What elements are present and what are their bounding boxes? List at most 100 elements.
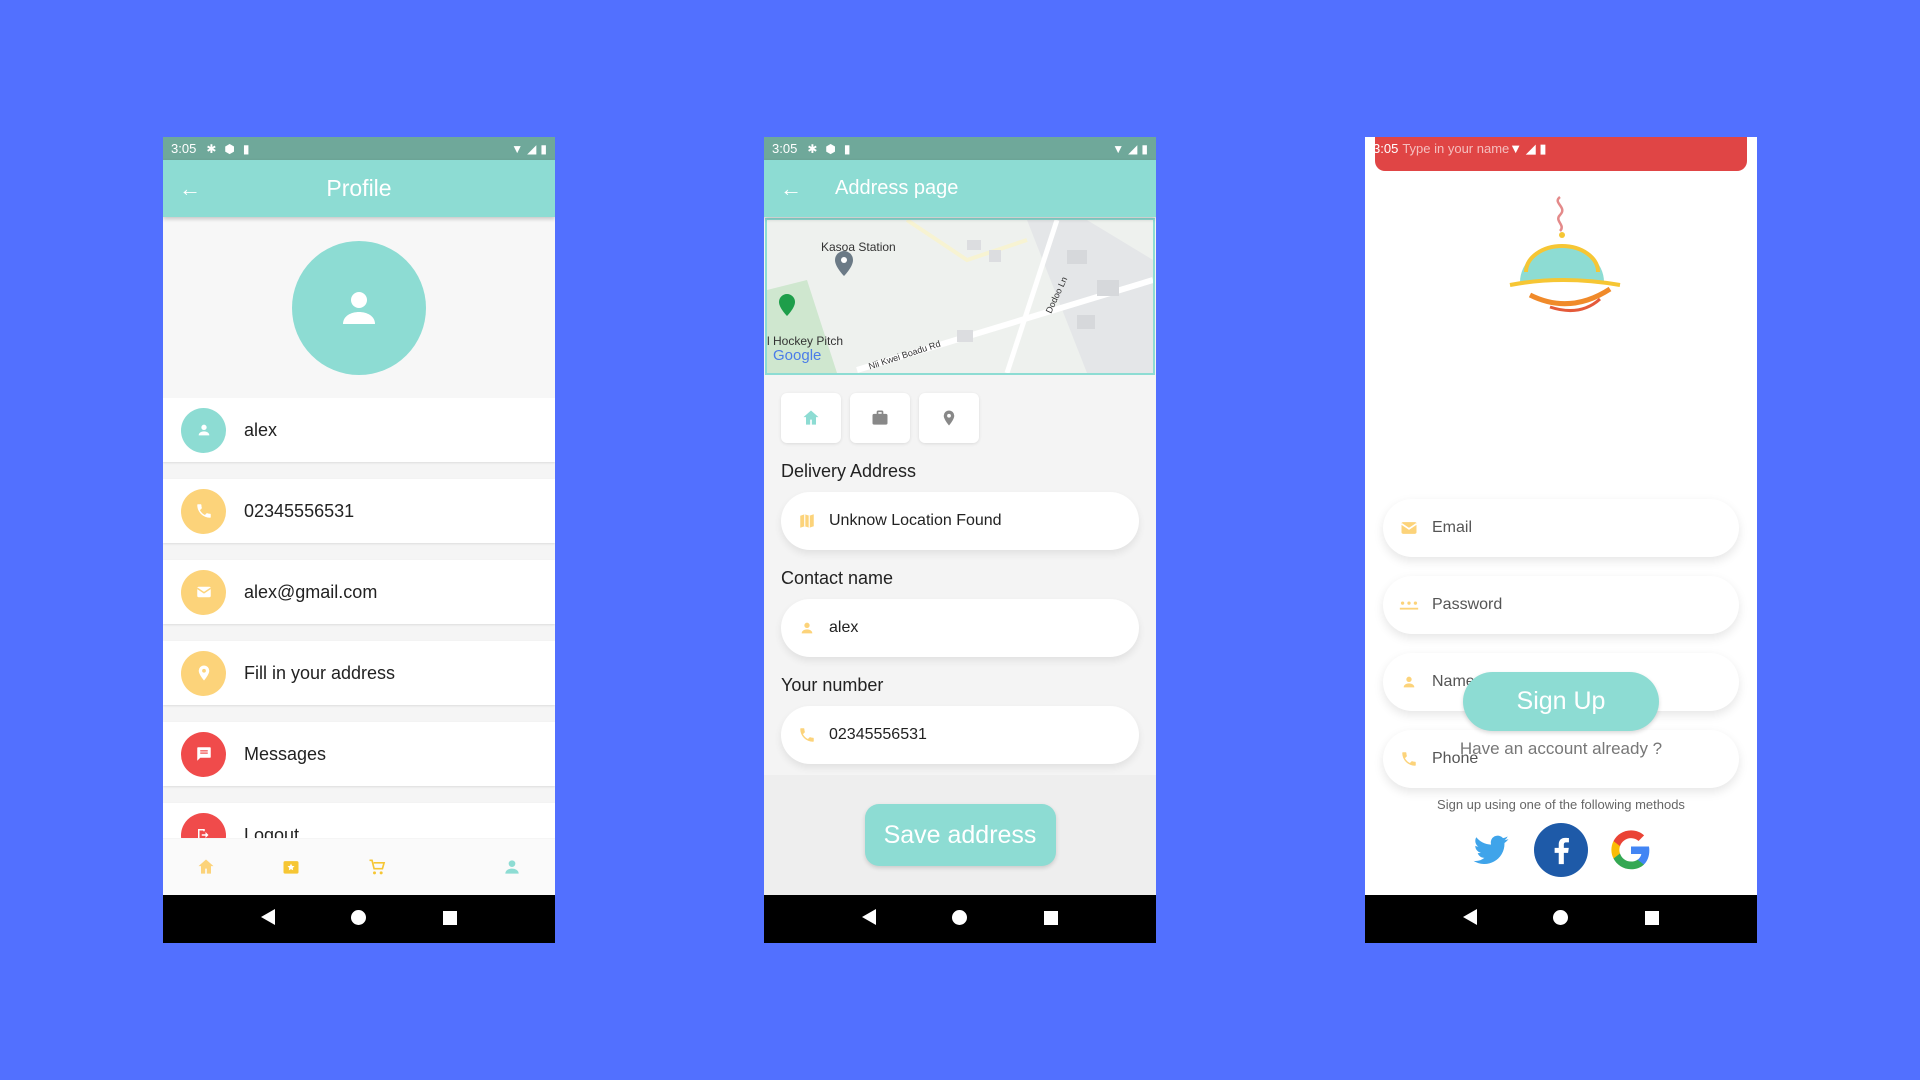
facebook-button[interactable] bbox=[1534, 823, 1588, 877]
profile-item-phone[interactable]: 02345556531 bbox=[163, 479, 555, 543]
phone-icon bbox=[181, 488, 226, 534]
app-bar: ← Profile bbox=[163, 160, 555, 217]
message-icon bbox=[181, 731, 226, 777]
contact-name-value: alex bbox=[829, 619, 859, 636]
delivery-address-value: Unknow Location Found bbox=[829, 512, 1002, 529]
save-address-button[interactable]: Save address bbox=[864, 804, 1056, 866]
app-bar: ← Address page bbox=[764, 160, 1156, 217]
nav-recents-button[interactable] bbox=[438, 909, 462, 930]
profile-item-name[interactable]: alex bbox=[163, 398, 555, 462]
your-number-field[interactable]: 02345556531 bbox=[781, 706, 1139, 764]
page-title: Address page bbox=[835, 177, 959, 199]
twitter-button[interactable] bbox=[1464, 823, 1518, 877]
page-title: Profile bbox=[326, 175, 392, 201]
nav-recents-button[interactable] bbox=[1640, 909, 1664, 930]
profile-tab[interactable] bbox=[500, 853, 526, 881]
nav-recents-button[interactable] bbox=[1039, 909, 1063, 930]
status-time: 3:05 bbox=[1373, 141, 1399, 156]
profile-item-email[interactable]: alex@gmail.com bbox=[163, 560, 555, 624]
profile-item-label: Logout bbox=[244, 824, 300, 839]
status-bar: 3:05 ✱ ⬢ ▮ ▼ ◢ ▮ bbox=[764, 137, 1156, 160]
delivery-address-field[interactable]: Unknow Location Found bbox=[781, 492, 1139, 550]
phone-icon bbox=[797, 726, 817, 744]
profile-screen: 3:05 ✱ ⬢ ▮ ▼ ◢ ▮ ← Profile alex 02345556… bbox=[163, 137, 555, 943]
wifi-icon: ▼ bbox=[511, 141, 524, 156]
home-type-button[interactable] bbox=[781, 393, 841, 443]
briefcase-icon bbox=[872, 410, 888, 425]
delivery-address-label: Delivery Address bbox=[781, 461, 917, 481]
location-icon bbox=[943, 410, 955, 426]
profile-item-logout[interactable]: Logout bbox=[163, 803, 555, 838]
password-placeholder: Password bbox=[1432, 596, 1503, 613]
mail-icon bbox=[1398, 518, 1420, 538]
contact-name-label: Contact name bbox=[781, 568, 894, 588]
nav-back-button[interactable] bbox=[256, 908, 280, 930]
twitter-icon bbox=[1473, 835, 1509, 865]
offers-tab[interactable] bbox=[279, 853, 305, 881]
status-bar: 3:05 ✱ ⬢ ▮ ▼ ◢ ▮ bbox=[163, 137, 555, 160]
cart-tab[interactable] bbox=[364, 853, 390, 881]
nav-home-button[interactable] bbox=[1549, 909, 1573, 930]
profile-icon bbox=[505, 860, 519, 874]
google-button[interactable] bbox=[1604, 823, 1658, 877]
cart-icon bbox=[369, 859, 385, 875]
battery-icon: ▮ bbox=[1539, 140, 1547, 156]
map-icon bbox=[797, 512, 817, 530]
work-type-button[interactable] bbox=[850, 393, 910, 443]
map-label-pitch: l Hockey Pitch bbox=[767, 334, 844, 348]
status-right: ▼ ◢ ▮ bbox=[1112, 142, 1148, 156]
person-icon bbox=[181, 407, 226, 453]
google-icon bbox=[1611, 830, 1650, 870]
home-tab[interactable] bbox=[193, 853, 219, 881]
avatar-section bbox=[163, 217, 555, 398]
your-number-label: Your number bbox=[781, 675, 884, 695]
google-logo: Google bbox=[773, 347, 822, 364]
shield-status-icon: ⬢ bbox=[825, 141, 836, 156]
system-nav-bar bbox=[1365, 895, 1757, 943]
signal-icon: ◢ bbox=[527, 141, 537, 156]
contact-name-field[interactable]: alex bbox=[781, 599, 1139, 657]
nav-back-button[interactable] bbox=[857, 908, 881, 930]
mail-icon bbox=[181, 569, 226, 615]
logout-icon bbox=[181, 812, 226, 838]
offers-icon bbox=[283, 861, 299, 874]
nav-home-button[interactable] bbox=[948, 909, 972, 930]
profile-item-address[interactable]: Fill in your address bbox=[163, 641, 555, 705]
battery-icon: ▮ bbox=[540, 141, 547, 156]
home-icon bbox=[803, 410, 819, 425]
profile-list: alex 02345556531 alex@gmail.com Fill in … bbox=[163, 398, 555, 838]
avatar[interactable] bbox=[292, 240, 426, 375]
signup-methods-text: Sign up using one of the following metho… bbox=[1437, 797, 1685, 812]
sdcard-status-icon: ▮ bbox=[242, 141, 250, 156]
wifi-icon: ▼ bbox=[1509, 140, 1523, 156]
social-login-row bbox=[1365, 823, 1757, 877]
your-number-value: 02345556531 bbox=[829, 726, 927, 743]
shield-status-icon: ⬢ bbox=[224, 141, 235, 156]
profile-item-label: 02345556531 bbox=[244, 500, 355, 521]
home-icon bbox=[198, 859, 214, 874]
email-field[interactable]: Email bbox=[1383, 499, 1739, 557]
map-label-station: Kasoa Station bbox=[821, 240, 896, 254]
signal-icon: ◢ bbox=[1128, 141, 1138, 156]
password-icon bbox=[1398, 597, 1420, 613]
nav-back-button[interactable] bbox=[1458, 908, 1482, 930]
person-icon bbox=[797, 620, 817, 636]
password-field[interactable]: Password bbox=[1383, 576, 1739, 634]
profile-item-messages[interactable]: Messages bbox=[163, 722, 555, 786]
signup-screen: 3:05 Type in your name ▼ ◢ ▮ Email Passw… bbox=[1365, 137, 1757, 943]
have-account-link[interactable]: Have an account already ? bbox=[1365, 739, 1757, 759]
sdcard-status-icon: ▮ bbox=[843, 141, 851, 156]
back-arrow-icon[interactable]: ← bbox=[780, 176, 810, 202]
map-view[interactable]: Kasoa Station l Hockey Pitch Nii Kwei Bo… bbox=[765, 218, 1155, 375]
email-placeholder: Email bbox=[1432, 519, 1473, 536]
back-arrow-icon[interactable]: ← bbox=[179, 176, 209, 202]
system-nav-bar bbox=[163, 895, 555, 943]
status-right: ▼ ◢ ▮ bbox=[1509, 141, 1546, 157]
sign-up-button[interactable]: Sign Up bbox=[1463, 672, 1659, 731]
address-footer: Save address bbox=[764, 775, 1156, 895]
system-nav-bar bbox=[764, 895, 1156, 943]
nav-home-button[interactable] bbox=[347, 909, 371, 930]
battery-icon: ▮ bbox=[1141, 141, 1148, 156]
other-type-button[interactable] bbox=[919, 393, 979, 443]
profile-item-label: alex@gmail.com bbox=[244, 581, 378, 602]
